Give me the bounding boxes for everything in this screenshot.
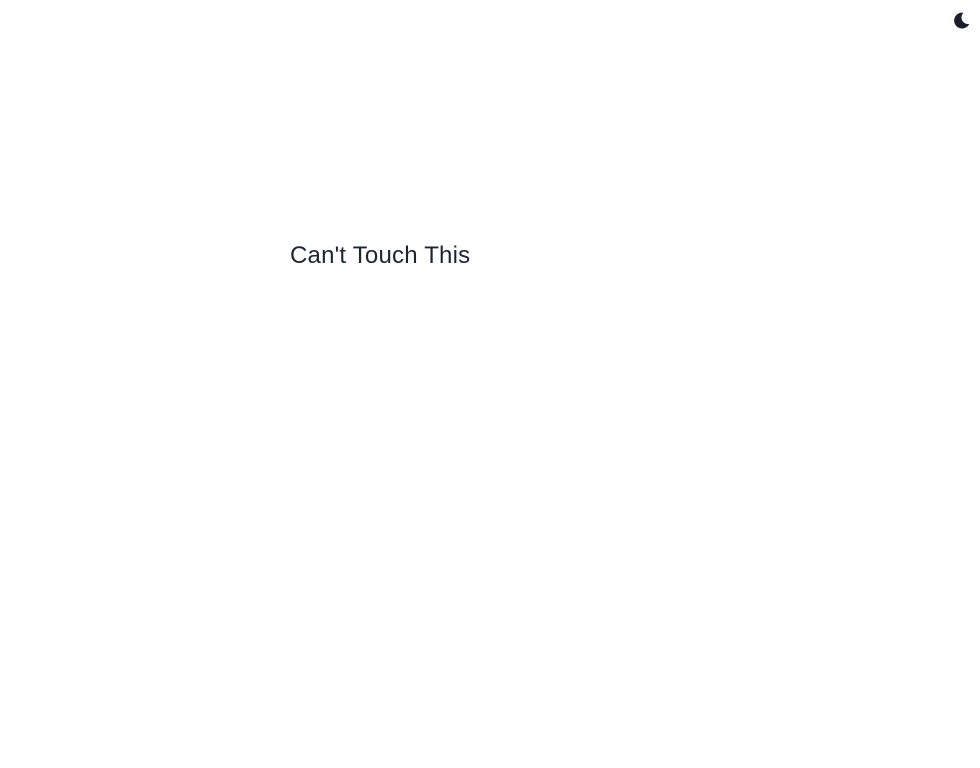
theme-toggle-button[interactable] — [950, 9, 972, 31]
page-headline: Can't Touch This — [290, 242, 471, 269]
page: Can't Touch This — [0, 0, 980, 768]
moon-icon — [952, 11, 971, 30]
